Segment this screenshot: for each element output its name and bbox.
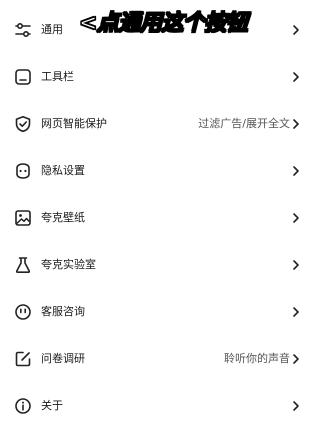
info-icon xyxy=(15,398,31,414)
instruction-caption: <点通用这个按钮 xyxy=(78,10,248,36)
chevron-right-icon xyxy=(293,260,299,270)
chevron-right-icon xyxy=(293,354,299,364)
settings-item-toolbar[interactable]: 工具栏 xyxy=(0,55,314,99)
settings-item-value: 过滤广告/展开全文 xyxy=(198,117,290,130)
toolbar-icon xyxy=(15,69,31,85)
settings-item-customer-service[interactable]: 客服咨询 xyxy=(0,290,314,334)
settings-item-label: 关于 xyxy=(41,399,63,412)
settings-item-label: 夸克实验室 xyxy=(41,258,96,271)
settings-item-survey[interactable]: 问卷调研 聆听你的声音 xyxy=(0,337,314,381)
chevron-right-icon xyxy=(293,166,299,176)
support-face-icon xyxy=(15,304,31,320)
chevron-right-icon xyxy=(293,25,299,35)
settings-item-about[interactable]: 关于 xyxy=(0,384,314,428)
settings-item-web-protection[interactable]: 网页智能保护 过滤广告/展开全文 xyxy=(0,102,314,146)
settings-item-label: 问卷调研 xyxy=(41,352,85,365)
sliders-icon xyxy=(15,22,31,38)
settings-item-lab[interactable]: 夸克实验室 xyxy=(0,243,314,287)
settings-item-label: 网页智能保护 xyxy=(41,117,107,130)
flask-icon xyxy=(15,257,31,273)
privacy-mask-icon xyxy=(16,163,30,179)
wallpaper-icon xyxy=(15,210,31,226)
chevron-right-icon xyxy=(293,401,299,411)
chevron-right-icon xyxy=(293,213,299,223)
settings-item-privacy[interactable]: 隐私设置 xyxy=(0,149,314,193)
settings-item-label: 工具栏 xyxy=(41,70,74,83)
shield-check-icon xyxy=(15,116,31,133)
settings-item-value: 聆听你的声音 xyxy=(224,352,290,365)
chevron-right-icon xyxy=(293,119,299,129)
survey-edit-icon xyxy=(15,351,31,367)
settings-item-label: 隐私设置 xyxy=(41,164,85,177)
chevron-right-icon xyxy=(293,72,299,82)
settings-item-label: 客服咨询 xyxy=(41,305,85,318)
chevron-right-icon xyxy=(293,307,299,317)
settings-item-label: 夸克壁纸 xyxy=(41,211,85,224)
settings-item-wallpaper[interactable]: 夸克壁纸 xyxy=(0,196,314,240)
settings-item-label: 通用 xyxy=(41,23,63,36)
